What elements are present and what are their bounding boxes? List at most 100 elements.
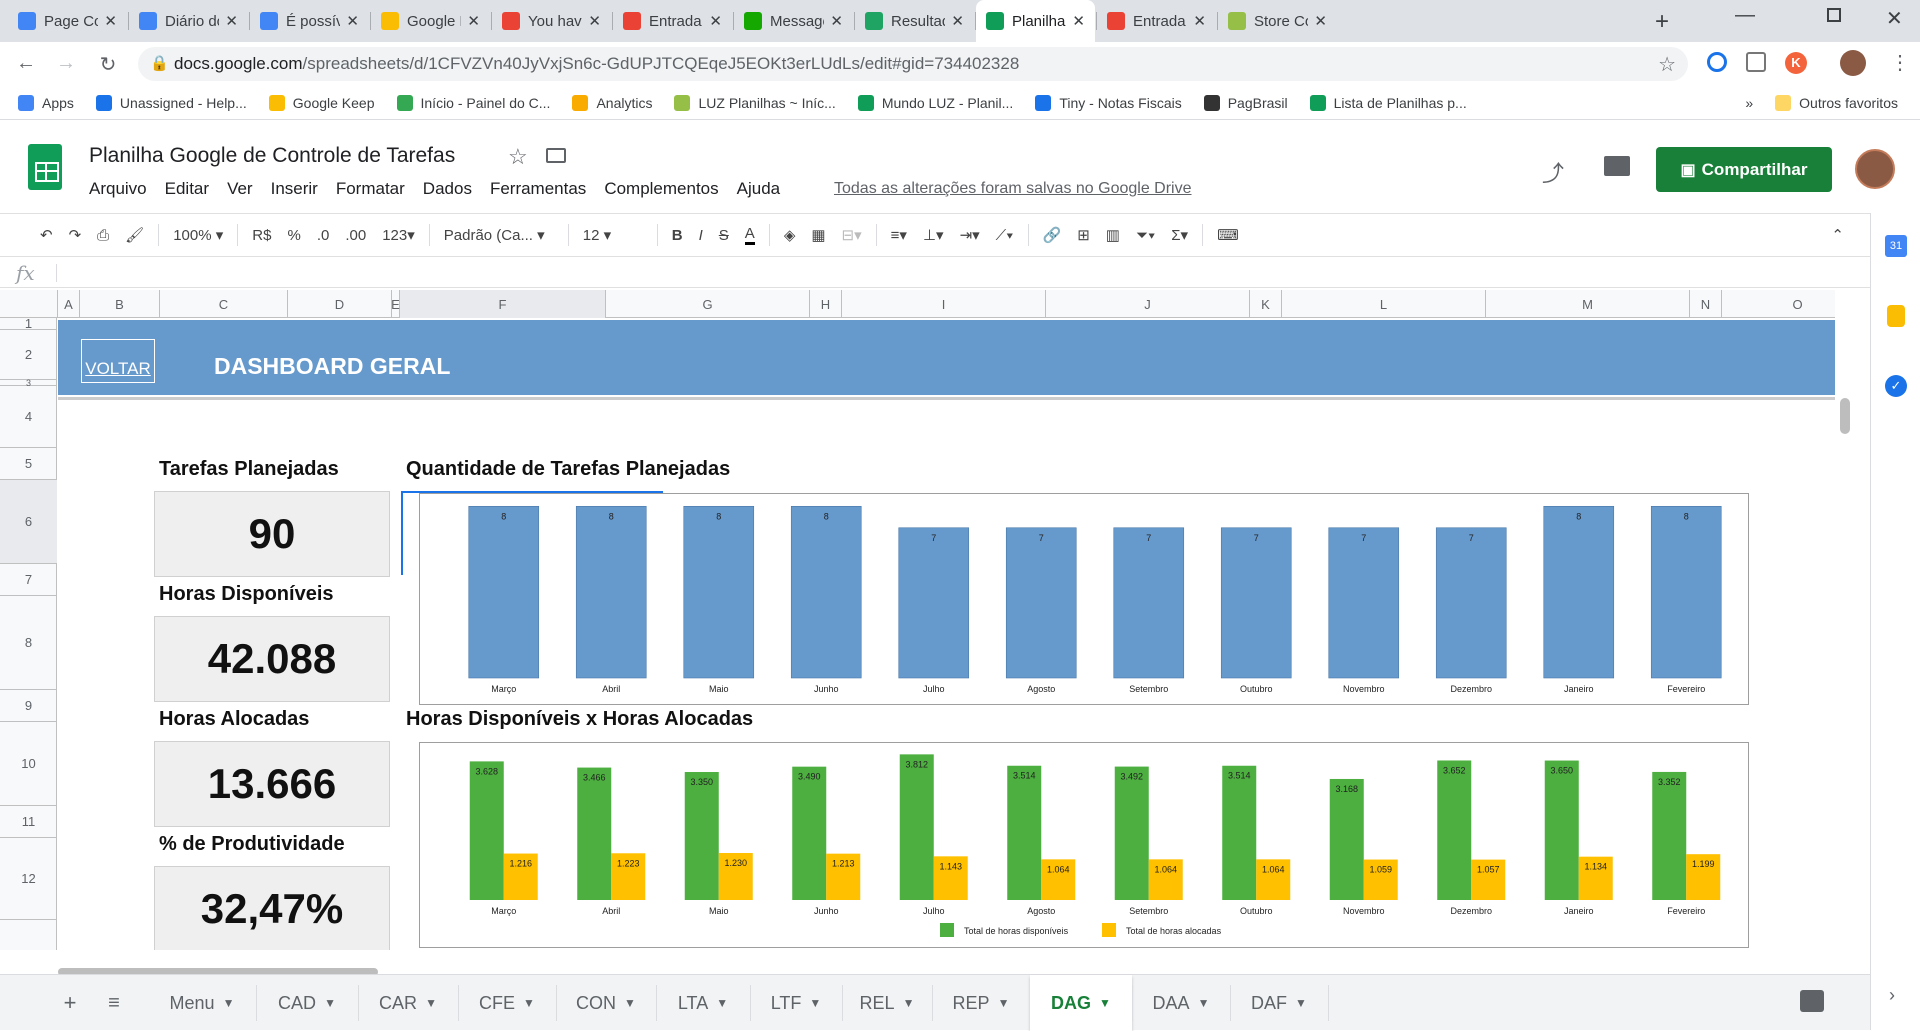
sheet-tab-menu-icon[interactable]: ▼ <box>624 996 636 1010</box>
formula-bar[interactable]: fx <box>0 258 1870 288</box>
menu-item[interactable]: Ajuda <box>737 179 780 199</box>
more-formats-button[interactable]: 123▾ <box>382 226 415 244</box>
chrome-menu-icon[interactable]: ⋮ <box>1890 50 1910 75</box>
document-title[interactable]: Planilha Google de Controle de Tarefas <box>89 144 455 168</box>
font-size-select[interactable]: 12 ▾ <box>583 226 643 244</box>
browser-tab[interactable]: Diário do ✕ <box>129 0 248 42</box>
text-wrap-icon[interactable]: ⇥▾ <box>960 226 980 244</box>
row-header[interactable]: 2 <box>0 330 57 380</box>
sheets-logo-icon[interactable] <box>28 144 62 190</box>
close-tab-icon[interactable]: ✕ <box>709 12 722 30</box>
menu-item[interactable]: Inserir <box>271 179 318 199</box>
bookmark-item[interactable]: Analytics <box>572 94 652 111</box>
bookmark-item[interactable]: LUZ Planilhas ~ Iníc... <box>674 94 836 111</box>
row-header[interactable]: 12 <box>0 838 57 920</box>
row-header[interactable]: 5 <box>0 448 57 480</box>
print-icon[interactable]: ⎙ <box>97 227 109 244</box>
close-tab-icon[interactable]: ✕ <box>225 12 238 30</box>
bookmark-item[interactable]: PagBrasil <box>1203 94 1288 111</box>
borders-icon[interactable]: ▦ <box>811 226 825 244</box>
calendar-icon[interactable]: 31 <box>1885 235 1907 257</box>
sheet-tab[interactable]: CFE ▼ <box>458 975 556 1031</box>
undo-icon[interactable]: ↶ <box>40 226 53 244</box>
sheet-tab-menu-icon[interactable]: ▼ <box>716 996 728 1010</box>
bookmark-item[interactable]: Apps <box>18 94 74 111</box>
close-tab-icon[interactable]: ✕ <box>588 12 601 30</box>
vertical-scrollbar-thumb[interactable] <box>1840 398 1850 434</box>
activity-trend-icon[interactable]: ⤴ <box>1542 156 1564 188</box>
menu-item[interactable]: Ver <box>227 179 253 199</box>
horizontal-align-icon[interactable]: ≡▾ <box>891 226 907 244</box>
close-tab-icon[interactable]: ✕ <box>1193 12 1206 30</box>
vertical-align-icon[interactable]: ⊥▾ <box>923 226 944 244</box>
browser-tab[interactable]: Google Ke ✕ <box>371 0 490 42</box>
star-doc-icon[interactable]: ☆ <box>508 144 528 170</box>
sheet-tab-menu-icon[interactable]: ▼ <box>425 996 437 1010</box>
column-header[interactable]: C <box>160 290 288 318</box>
browser-tab[interactable]: Resultado ✕ <box>855 0 974 42</box>
insert-comment-icon[interactable]: ⊞ <box>1077 226 1090 244</box>
sheet-tab-menu-icon[interactable]: ▼ <box>1198 996 1210 1010</box>
column-header[interactable]: O <box>1722 290 1874 318</box>
merge-cells-icon[interactable]: ⊟▾ <box>842 226 862 244</box>
bookmarks-overflow-button[interactable]: » <box>1745 95 1753 111</box>
save-status-link[interactable]: Todas as alterações foram salvas no Goog… <box>834 180 1192 198</box>
bold-icon[interactable]: B <box>672 227 683 244</box>
sheet-tab-menu-icon[interactable]: ▼ <box>1295 996 1307 1010</box>
keep-icon[interactable] <box>1887 305 1905 327</box>
address-bar[interactable]: 🔒 docs.google.com/spreadsheets/d/1CFVZVn… <box>138 47 1688 81</box>
close-tab-icon[interactable]: ✕ <box>346 12 359 30</box>
add-sheet-button[interactable]: + <box>52 975 88 1031</box>
sheet-tab[interactable]: CAD ▼ <box>256 975 358 1031</box>
text-color-icon[interactable]: A <box>744 225 755 245</box>
kpi-value-produtividade[interactable]: 32,47% <box>154 866 390 950</box>
sheet-tab[interactable]: DAF ▼ <box>1230 975 1328 1031</box>
column-header[interactable]: I <box>842 290 1046 318</box>
paint-format-icon[interactable]: 🖌 <box>125 226 144 244</box>
sheet-tab[interactable]: DAG ▼ <box>1030 975 1132 1031</box>
sheet-tab[interactable]: LTF ▼ <box>750 975 842 1031</box>
move-folder-icon[interactable] <box>546 148 566 163</box>
sheet-tab[interactable]: CON ▼ <box>556 975 656 1031</box>
browser-tab[interactable]: Page Colo ✕ <box>8 0 127 42</box>
sheet-tab-menu-icon[interactable]: ▼ <box>1099 996 1111 1010</box>
close-tab-icon[interactable]: ✕ <box>467 12 480 30</box>
row-header[interactable]: 1 <box>0 316 57 331</box>
column-header[interactable]: G <box>606 290 810 318</box>
row-header[interactable]: 10 <box>0 722 57 806</box>
row-header[interactable]: 7 <box>0 564 57 596</box>
redo-icon[interactable]: ↷ <box>69 226 82 244</box>
sheet-tab[interactable]: REL ▼ <box>842 975 932 1031</box>
bookmark-item[interactable]: Unassigned - Help... <box>95 94 247 111</box>
bookmark-item[interactable]: Tiny - Notas Fiscais <box>1035 94 1182 111</box>
kpi-value-horas-disponiveis[interactable]: 42.088 <box>154 616 390 702</box>
extension-1password-icon[interactable] <box>1707 52 1727 72</box>
sheet-tab-menu-icon[interactable]: ▼ <box>809 996 821 1010</box>
row-header[interactable]: 4 <box>0 386 57 448</box>
star-icon[interactable]: ☆ <box>1658 52 1676 77</box>
menu-item[interactable]: Arquivo <box>89 179 147 199</box>
text-rotation-icon[interactable]: ⟋▾ <box>996 227 1014 244</box>
column-header[interactable]: N <box>1690 290 1722 318</box>
sheet-tab-menu-icon[interactable]: ▼ <box>324 996 336 1010</box>
currency-format-button[interactable]: R$ <box>252 227 271 244</box>
other-bookmarks-folder[interactable]: Outros favoritos <box>1775 94 1898 111</box>
kpi-value-horas-alocadas[interactable]: 13.666 <box>154 741 390 827</box>
percent-format-button[interactable]: % <box>287 227 300 244</box>
column-header[interactable]: K <box>1250 290 1282 318</box>
explore-icon[interactable] <box>1800 990 1824 1012</box>
row-header[interactable]: 6 <box>0 480 57 564</box>
sheet-tab[interactable]: REP ▼ <box>932 975 1030 1031</box>
tasks-icon[interactable]: ✓ <box>1885 375 1907 397</box>
browser-tab[interactable]: É possível ✕ <box>250 0 369 42</box>
extension-notes-icon[interactable] <box>1746 52 1766 72</box>
select-all-corner[interactable] <box>0 290 58 318</box>
column-header[interactable]: J <box>1046 290 1250 318</box>
close-tab-icon[interactable]: ✕ <box>951 12 964 30</box>
browser-tab[interactable]: Store Cop ✕ <box>1218 0 1337 42</box>
browser-tab[interactable]: Entrada (2 ✕ <box>613 0 732 42</box>
insert-chart-icon[interactable]: ▥ <box>1106 226 1120 244</box>
sheet-tab-menu-icon[interactable]: ▼ <box>903 996 915 1010</box>
column-header[interactable]: L <box>1282 290 1486 318</box>
bookmark-item[interactable]: Google Keep <box>268 94 375 111</box>
